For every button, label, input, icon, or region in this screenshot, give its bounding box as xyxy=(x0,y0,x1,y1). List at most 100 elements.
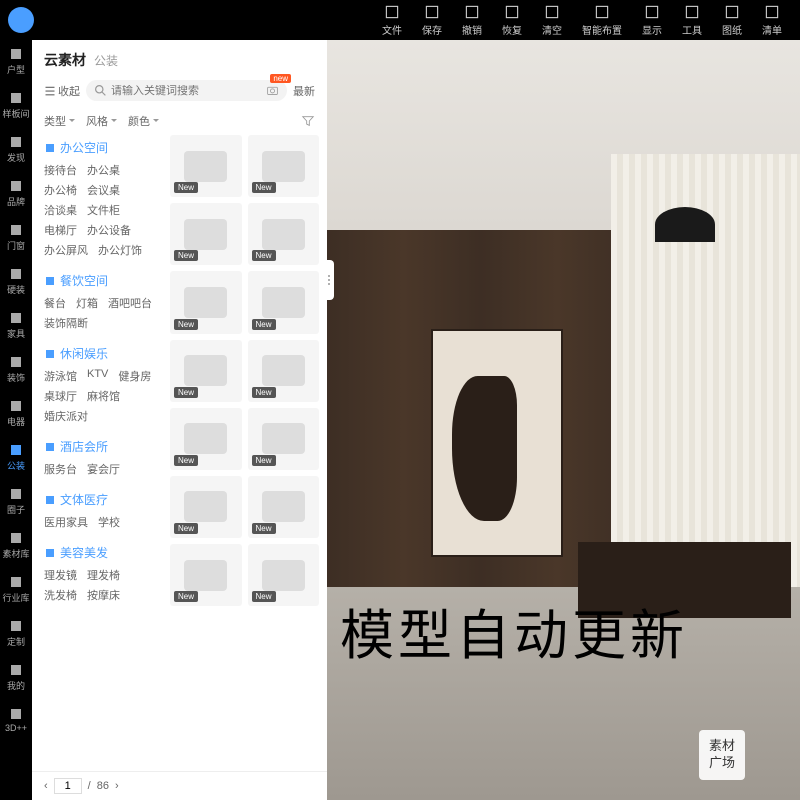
catitem-洽谈桌[interactable]: 洽谈桌 xyxy=(44,202,77,218)
category-餐饮空间[interactable]: 餐饮空间 xyxy=(44,268,156,293)
left-sidebar: 户型样板间发现品牌门窗硬装家具装饰电器公装圈子素材库行业库定制我的 3D++ xyxy=(0,40,32,800)
search-input[interactable] xyxy=(107,85,266,97)
toolbar-save-button[interactable]: 保存 xyxy=(412,1,452,39)
catitem-KTV[interactable]: KTV xyxy=(87,368,108,384)
catitem-餐台[interactable]: 餐台 xyxy=(44,295,66,311)
new-badge: new xyxy=(270,74,291,83)
filter-0[interactable]: 类型 xyxy=(44,113,76,129)
sidebar-item-品牌[interactable]: 品牌 xyxy=(7,176,25,210)
category-休闲娱乐[interactable]: 休闲娱乐 xyxy=(44,341,156,366)
asset-card[interactable]: New xyxy=(170,476,242,538)
toolbar-file-button[interactable]: 文件 xyxy=(372,1,412,39)
catitem-理发椅[interactable]: 理发椅 xyxy=(87,567,120,583)
sidebar-item-门窗[interactable]: 门窗 xyxy=(7,220,25,254)
collapse-button[interactable]: 收起 xyxy=(44,83,80,99)
sidebar-item-硬装[interactable]: 硬装 xyxy=(7,264,25,298)
asset-card[interactable]: New xyxy=(170,408,242,470)
watermark-text: 模型自动更新 xyxy=(340,591,688,670)
category-美容美发[interactable]: 美容美发 xyxy=(44,540,156,565)
catitem-电梯厅[interactable]: 电梯厅 xyxy=(44,222,77,238)
toolbar-tool-button[interactable]: 工具 xyxy=(672,1,712,39)
asset-card[interactable]: New xyxy=(170,203,242,265)
sidebar-item-素材库[interactable]: 素材库 xyxy=(2,528,29,562)
toolbar-list-button[interactable]: 清单 xyxy=(752,1,792,39)
category-办公空间[interactable]: 办公空间 xyxy=(44,135,156,160)
catitem-文件柜[interactable]: 文件柜 xyxy=(87,202,120,218)
category-column: 办公空间接待台办公桌办公椅会议桌洽谈桌文件柜电梯厅办公设备办公屏风办公灯饰餐饮空… xyxy=(32,135,162,771)
catitem-健身房[interactable]: 健身房 xyxy=(118,368,151,384)
scene-artwork xyxy=(431,329,563,557)
sidebar-item-3D++[interactable]: 3D++ xyxy=(5,704,27,735)
catitem-办公屏风[interactable]: 办公屏风 xyxy=(44,242,88,258)
filter-2[interactable]: 颜色 xyxy=(128,113,160,129)
catitem-酒吧吧台[interactable]: 酒吧吧台 xyxy=(108,295,152,311)
catitem-理发镜[interactable]: 理发镜 xyxy=(44,567,77,583)
filter-icon[interactable] xyxy=(301,114,315,128)
toolbar-drawing-button[interactable]: 图纸 xyxy=(712,1,752,39)
catitem-桌球厅[interactable]: 桌球厅 xyxy=(44,388,77,404)
asset-card[interactable]: New xyxy=(248,340,320,402)
sidebar-item-我的[interactable]: 我的 xyxy=(7,660,25,694)
catitem-宴会厅[interactable]: 宴会厅 xyxy=(87,461,120,477)
catitem-游泳馆[interactable]: 游泳馆 xyxy=(44,368,77,384)
pager-total: 86 xyxy=(97,780,109,792)
toolbar-redo-button[interactable]: 恢复 xyxy=(492,1,532,39)
catitem-婚庆派对[interactable]: 婚庆派对 xyxy=(44,408,88,424)
toolbar-clear-button[interactable]: 清空 xyxy=(532,1,572,39)
catitem-办公设备[interactable]: 办公设备 xyxy=(87,222,131,238)
sidebar-item-样板间[interactable]: 样板间 xyxy=(2,88,29,122)
asset-card[interactable]: New xyxy=(248,271,320,333)
pager-prev[interactable]: ‹ xyxy=(44,780,48,792)
catitem-办公椅[interactable]: 办公椅 xyxy=(44,182,77,198)
sidebar-item-家具[interactable]: 家具 xyxy=(7,308,25,342)
sort-dropdown[interactable]: 最新 xyxy=(293,83,315,99)
panel-drag-handle[interactable] xyxy=(324,260,334,300)
sidebar-item-定制[interactable]: 定制 xyxy=(7,616,25,650)
catitem-灯箱[interactable]: 灯箱 xyxy=(76,295,98,311)
catitem-学校[interactable]: 学校 xyxy=(98,514,120,530)
sidebar-item-发现[interactable]: 发现 xyxy=(7,132,25,166)
sidebar-item-电器[interactable]: 电器 xyxy=(7,396,25,430)
asset-card[interactable]: New xyxy=(170,271,242,333)
asset-card[interactable]: New xyxy=(170,544,242,606)
asset-panel: 云素材 公装 收起 new 最新 类型风格颜色 办公空间接待台办公桌办公椅会议桌… xyxy=(32,40,327,800)
sidebar-item-行业库[interactable]: 行业库 xyxy=(2,572,29,606)
toolbar-display-button[interactable]: 显示 xyxy=(632,1,672,39)
camera-icon[interactable] xyxy=(266,84,279,97)
asset-card[interactable]: New xyxy=(248,135,320,197)
catitem-办公桌[interactable]: 办公桌 xyxy=(87,162,120,178)
asset-card[interactable]: New xyxy=(170,340,242,402)
sidebar-item-装饰[interactable]: 装饰 xyxy=(7,352,25,386)
search-icon xyxy=(94,84,107,97)
catitem-洗发椅[interactable]: 洗发椅 xyxy=(44,587,77,603)
panel-title: 云素材 xyxy=(44,50,86,70)
asset-card[interactable]: New xyxy=(248,408,320,470)
filter-1[interactable]: 风格 xyxy=(86,113,118,129)
asset-card[interactable]: New xyxy=(248,203,320,265)
category-文体医疗[interactable]: 文体医疗 xyxy=(44,487,156,512)
catitem-医用家具[interactable]: 医用家具 xyxy=(44,514,88,530)
catitem-会议桌[interactable]: 会议桌 xyxy=(87,182,120,198)
pager-current[interactable] xyxy=(54,778,82,794)
asset-card[interactable]: New xyxy=(248,544,320,606)
pager-next[interactable]: › xyxy=(115,780,119,792)
catitem-办公灯饰[interactable]: 办公灯饰 xyxy=(98,242,142,258)
asset-card[interactable]: New xyxy=(248,476,320,538)
panel-search-row: 收起 new 最新 xyxy=(32,76,327,109)
toolbar-auto-button[interactable]: 智能布置 xyxy=(572,1,632,39)
asset-card[interactable]: New xyxy=(170,135,242,197)
filter-row: 类型风格颜色 xyxy=(32,109,327,135)
asset-plaza-button[interactable]: 素材 广场 xyxy=(699,730,745,780)
category-酒店会所[interactable]: 酒店会所 xyxy=(44,434,156,459)
sidebar-item-公装[interactable]: 公装 xyxy=(7,440,25,474)
catitem-接待台[interactable]: 接待台 xyxy=(44,162,77,178)
sidebar-item-户型[interactable]: 户型 xyxy=(7,44,25,78)
catitem-麻将馆[interactable]: 麻将馆 xyxy=(87,388,120,404)
3d-viewport[interactable] xyxy=(327,40,800,800)
catitem-按摩床[interactable]: 按摩床 xyxy=(87,587,120,603)
sidebar-item-圈子[interactable]: 圈子 xyxy=(7,484,25,518)
search-box[interactable]: new xyxy=(86,80,287,101)
toolbar-undo-button[interactable]: 撤销 xyxy=(452,1,492,39)
catitem-服务台[interactable]: 服务台 xyxy=(44,461,77,477)
catitem-装饰隔断[interactable]: 装饰隔断 xyxy=(44,315,88,331)
